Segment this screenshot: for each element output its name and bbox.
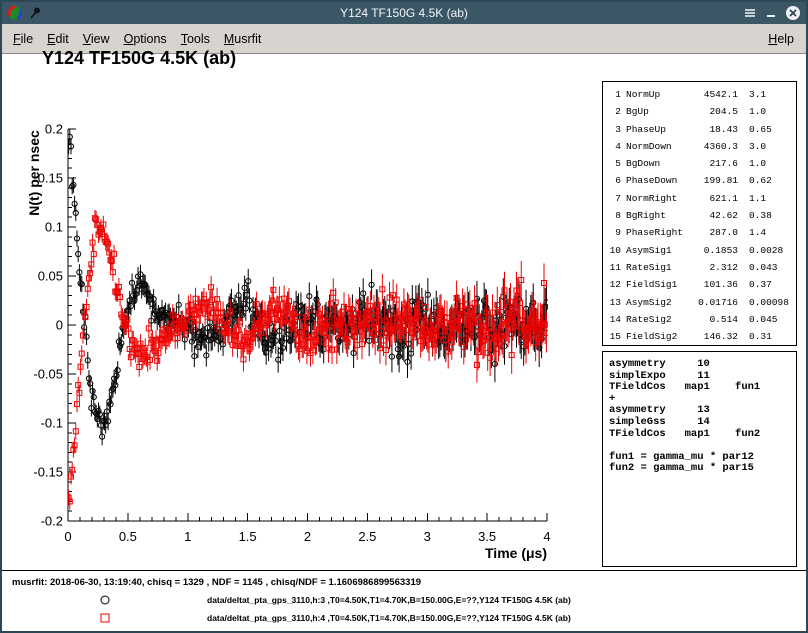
svg-text:-0.05: -0.05 xyxy=(33,367,63,382)
data-series-circles xyxy=(66,129,549,445)
app-window: Y124 TF150G 4.5K (ab) FileEditViewOption… xyxy=(0,0,808,633)
param-row-RateSig2: 14RateSig20.5140.045 xyxy=(609,311,796,328)
square-marker-icon xyxy=(98,611,112,625)
x-axis-title: Time (μs) xyxy=(485,545,547,561)
menu-item-edit[interactable]: Edit xyxy=(42,29,78,49)
menu-item-file[interactable]: File xyxy=(8,29,42,49)
legend-label: data/deltat_pta_gps_3110,h:4 ,T0=4.50K,T… xyxy=(207,613,571,623)
param-row-BgUp: 2BgUp204.51.0 xyxy=(609,103,796,120)
theory-text: asymmetry 10 simplExpo 11 TFieldCos map1… xyxy=(609,359,796,475)
y-axis-title: N(t) per nsec xyxy=(26,130,42,216)
svg-text:-0.1: -0.1 xyxy=(41,416,63,431)
svg-text:0.5: 0.5 xyxy=(119,529,137,544)
svg-text:-0.2: -0.2 xyxy=(41,514,63,529)
data-series-squares xyxy=(66,210,549,510)
menu-item-options[interactable]: Options xyxy=(119,29,176,49)
param-row-NormRight: 7NormRight621.11.1 xyxy=(609,190,796,207)
param-row-PhaseUp: 3PhaseUp18.430.65 xyxy=(609,121,796,138)
menu-item-tools[interactable]: Tools xyxy=(176,29,219,49)
svg-text:4: 4 xyxy=(543,529,550,544)
menubar-items: FileEditViewOptionsToolsMusrfit xyxy=(8,29,270,49)
window-menu-icon[interactable] xyxy=(743,6,757,20)
plot-legend: data/deltat_pta_gps_3110,h:3 ,T0=4.50K,T… xyxy=(2,571,806,631)
svg-text:2.5: 2.5 xyxy=(358,529,376,544)
svg-text:-0.15: -0.15 xyxy=(33,465,63,480)
param-row-RateSig1: 11RateSig12.3120.043 xyxy=(609,259,796,276)
parameter-box: 1NormUp4542.13.12BgUp204.51.03PhaseUp18.… xyxy=(602,81,797,346)
param-row-AsymSig1: 10AsymSig10.18530.0028 xyxy=(609,242,796,259)
svg-text:0.2: 0.2 xyxy=(45,122,63,137)
param-row-NormUp: 1NormUp4542.13.1 xyxy=(609,86,796,103)
menu-item-help[interactable]: Help xyxy=(762,29,800,49)
circle-marker-icon xyxy=(98,593,112,607)
svg-text:1.5: 1.5 xyxy=(239,529,257,544)
close-icon[interactable] xyxy=(785,5,801,21)
window-title: Y124 TF150G 4.5K (ab) xyxy=(2,6,806,20)
svg-text:0: 0 xyxy=(56,318,63,333)
svg-text:0.05: 0.05 xyxy=(38,269,63,284)
param-row-BgRight: 8BgRight42.620.38 xyxy=(609,207,796,224)
statusbar: musrfit: 2018-06-30, 13:19:40, chisq = 1… xyxy=(2,570,806,631)
menu-item-view[interactable]: View xyxy=(78,29,119,49)
param-row-AsymSig2: 13AsymSig20.017160.00098 xyxy=(609,294,796,311)
svg-text:0.1: 0.1 xyxy=(45,220,63,235)
menu-item-musrfit[interactable]: Musrfit xyxy=(219,29,271,49)
param-row-FieldSig2: 15FieldSig2146.320.31 xyxy=(609,328,796,345)
param-row-FieldSig1: 12FieldSig1101.360.37 xyxy=(609,276,796,293)
svg-text:0: 0 xyxy=(64,529,71,544)
legend-label: data/deltat_pta_gps_3110,h:3 ,T0=4.50K,T… xyxy=(207,595,571,605)
svg-text:3: 3 xyxy=(424,529,431,544)
param-row-PhaseDown: 6PhaseDown199.810.62 xyxy=(609,172,796,189)
theory-box: asymmetry 10 simplExpo 11 TFieldCos map1… xyxy=(602,351,797,567)
minimize-icon[interactable] xyxy=(764,6,778,20)
svg-text:3.5: 3.5 xyxy=(478,529,496,544)
plot-canvas[interactable]: -0.2-0.15-0.1-0.0500.050.10.150.200.511.… xyxy=(2,55,602,572)
titlebar[interactable]: Y124 TF150G 4.5K (ab) xyxy=(2,2,806,24)
param-row-PhaseRight: 9PhaseRight287.01.4 xyxy=(609,224,796,241)
svg-text:2: 2 xyxy=(304,529,311,544)
param-row-BgDown: 5BgDown217.61.0 xyxy=(609,155,796,172)
svg-text:1: 1 xyxy=(184,529,191,544)
param-row-NormDown: 4NormDown4360.33.0 xyxy=(609,138,796,155)
